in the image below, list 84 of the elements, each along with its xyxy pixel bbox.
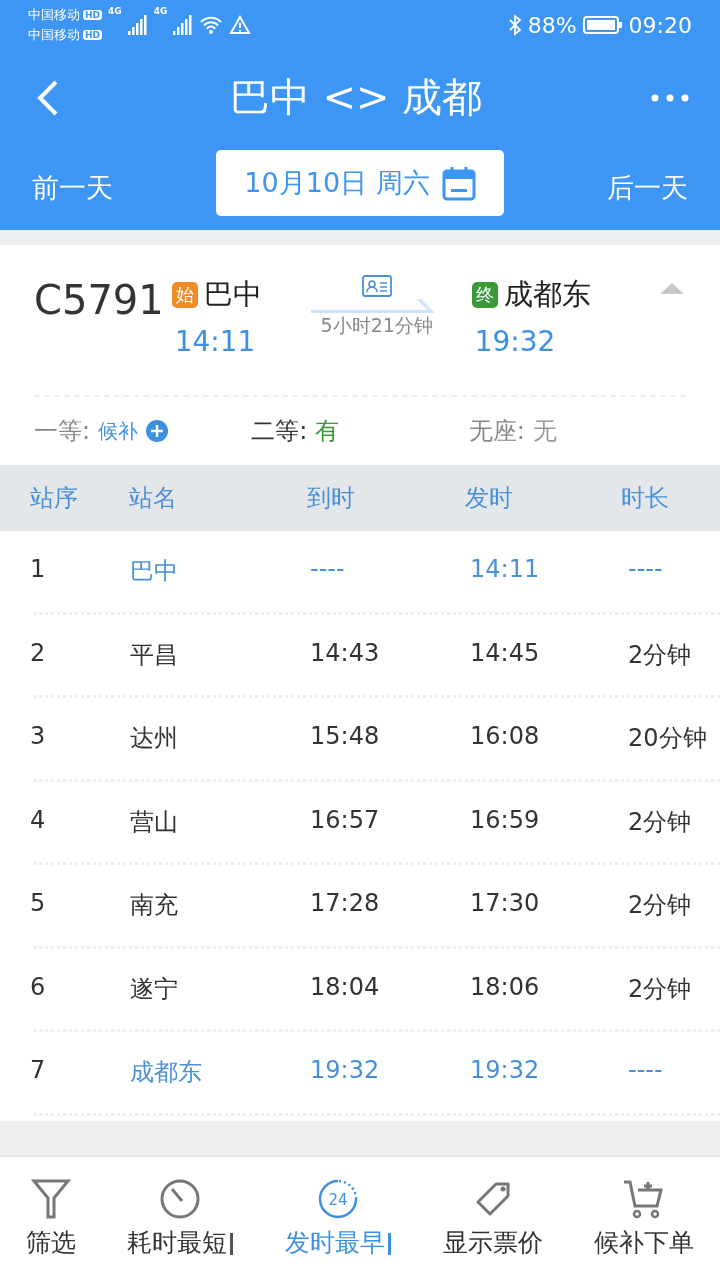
station-name: 南充: [130, 890, 179, 922]
hd-badge: HD: [83, 10, 102, 20]
station-name: 平昌: [130, 639, 179, 671]
station-name: 营山: [130, 806, 179, 838]
terminus-tag: 终: [471, 282, 498, 308]
stop-duration: ----: [628, 555, 664, 586]
departure-time: 19:32: [470, 1056, 541, 1087]
route-title: 巴中 <> 成都: [229, 73, 483, 122]
departure-time: 14:11: [173, 325, 257, 358]
arrival-time: 18:04: [310, 972, 381, 1003]
toolbar-tab[interactable]: 候补下单: [594, 1178, 695, 1259]
arrival-time: 14:43: [310, 638, 381, 669]
stop-duration: 20分钟: [628, 723, 708, 755]
column-header: 站序: [30, 483, 79, 514]
carrier-name: 中国移动: [28, 6, 80, 24]
stop-duration: 2分钟: [628, 890, 693, 922]
warning-icon: [229, 15, 252, 35]
add-icon[interactable]: [146, 420, 169, 442]
departure-time: 14:45: [470, 638, 541, 669]
stop-duration: 2分钟: [628, 806, 693, 838]
train-number: C5791: [34, 277, 164, 323]
travel-duration: 5小时21分钟: [320, 313, 433, 338]
stop-number: 1: [30, 555, 47, 586]
stop-number: 2: [30, 638, 47, 669]
arrival-time: 15:48: [310, 722, 381, 753]
toolbar-tab[interactable]: 筛选: [25, 1178, 76, 1259]
column-header: 站名: [128, 483, 178, 514]
wifi-icon: [199, 15, 224, 35]
seat-availability: 无: [532, 416, 557, 447]
more-button[interactable]: [650, 92, 690, 103]
column-header: 发时: [464, 483, 514, 514]
stop-number: 7: [30, 1056, 47, 1087]
battery-icon: [582, 15, 623, 35]
toolbar-tab[interactable]: 24 发时最早: [285, 1178, 391, 1259]
carrier-name: 中国移动: [28, 26, 80, 44]
station-name: 巴中: [203, 276, 262, 313]
arrival-time: 16:57: [310, 805, 381, 836]
id-card-icon: [361, 275, 392, 297]
station-name: 达州: [130, 723, 179, 755]
departure-time: 16:08: [470, 722, 541, 753]
station-name: 巴中: [130, 556, 179, 588]
toolbar-tab[interactable]: 耗时最短: [127, 1178, 234, 1259]
column-header: 到时: [306, 483, 356, 514]
column-header: 时长: [621, 483, 671, 514]
station-name: 遂宁: [130, 973, 179, 1005]
previous-day-button[interactable]: 前一天: [32, 169, 113, 206]
date-picker-button[interactable]: 10月10日 周六: [216, 149, 504, 216]
hd-badge: HD: [83, 30, 102, 40]
arrival-time: 19:32: [310, 1056, 381, 1087]
calendar-icon: [441, 164, 476, 201]
stop-number: 3: [30, 722, 47, 753]
seat-availability: 有: [315, 416, 340, 447]
departure-time: 17:30: [470, 889, 541, 920]
seat-class-label: 一等:: [34, 416, 91, 447]
arrival-time: 17:28: [310, 889, 381, 920]
seat-availability[interactable]: 候补: [98, 417, 139, 445]
toolbar-tab[interactable]: 显示票价: [442, 1178, 543, 1259]
station-name: 成都东: [130, 1057, 203, 1089]
station-name: 成都东: [503, 276, 591, 313]
network-type: 4G: [108, 6, 122, 16]
seat-class-label: 二等:: [251, 416, 308, 447]
collapse-button[interactable]: [658, 281, 686, 295]
seat-class-label: 无座:: [468, 416, 525, 447]
stop-number: 6: [30, 972, 47, 1003]
stop-duration: ----: [628, 1056, 664, 1087]
signal-icon: [127, 15, 148, 35]
stop-number: 5: [30, 889, 47, 920]
filter-icon: [30, 1178, 71, 1220]
network-type: 4G: [153, 6, 168, 16]
next-day-button[interactable]: 后一天: [607, 169, 688, 206]
departure-time: 14:11: [470, 555, 541, 586]
stop-duration: 2分钟: [628, 973, 693, 1005]
departure-time: 16:59: [470, 805, 541, 836]
battery-percent: 88%: [527, 12, 577, 38]
origin-tag: 始: [171, 282, 198, 308]
arrival-time: 19:32: [473, 325, 557, 358]
bluetooth-icon: [507, 14, 522, 36]
stop-duration: 2分钟: [628, 639, 693, 671]
signal-icon: [173, 15, 194, 35]
clock-time: 09:20: [628, 12, 692, 38]
departure-time: 18:06: [470, 972, 541, 1003]
timer-icon: [159, 1178, 202, 1220]
stop-number: 4: [30, 805, 47, 836]
arrival-time: ----: [310, 555, 346, 586]
